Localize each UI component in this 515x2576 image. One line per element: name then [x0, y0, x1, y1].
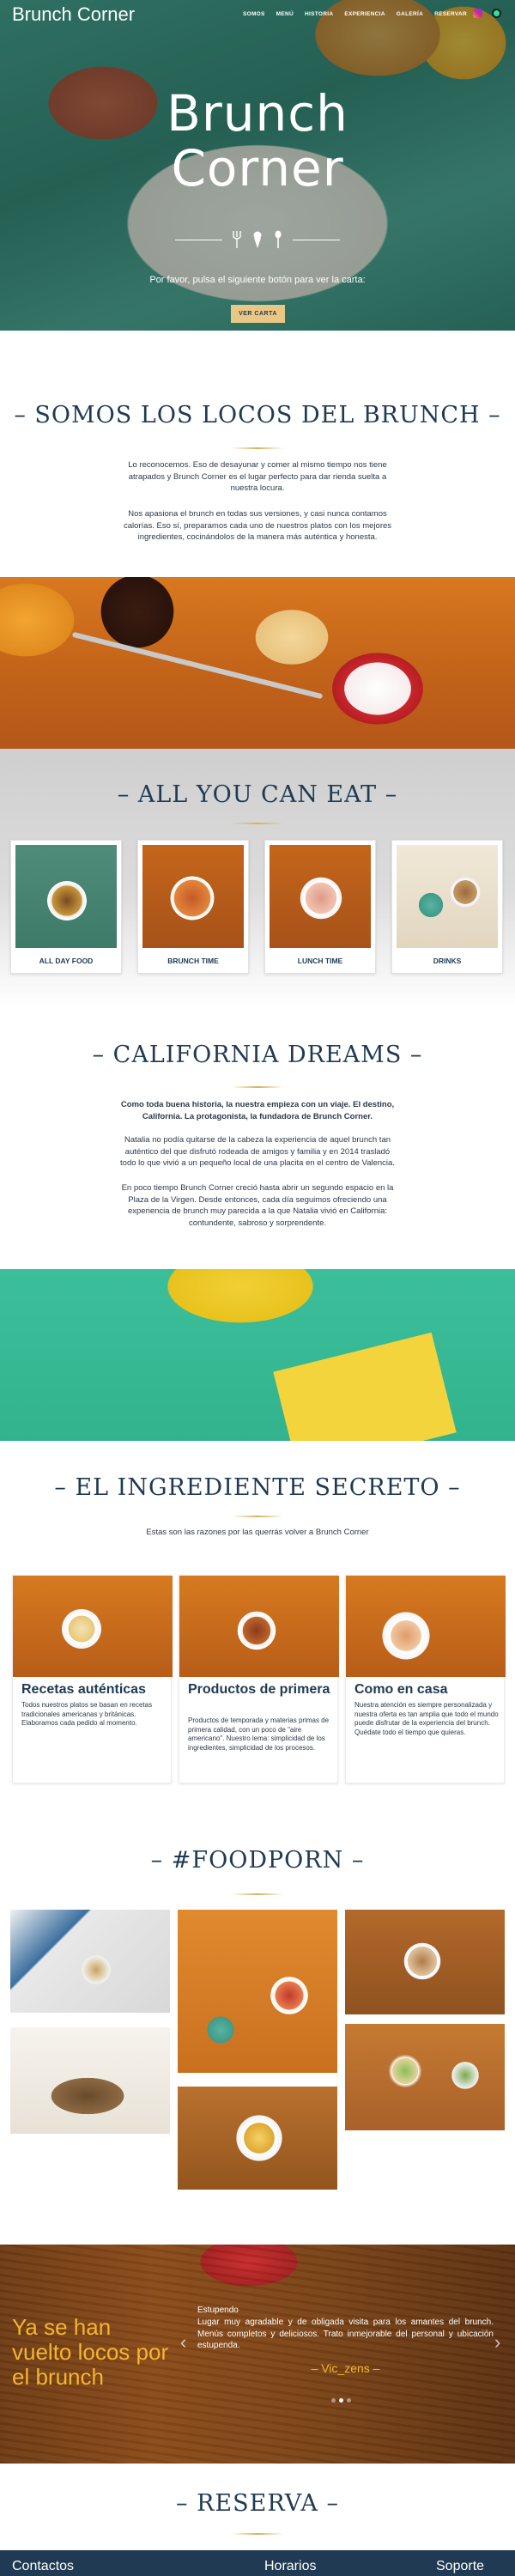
experience-title: – EL INGREDIENTE SECRETO – [54, 1474, 461, 1501]
productos-image [179, 1576, 339, 1677]
nav-menu: SOMOS MENÚ HISTORIA EXPERIENCIA GALERÍA … [243, 11, 467, 17]
testimonials-headline: Ya se han vuelto locos por el brunch [12, 2314, 169, 2390]
tripadvisor-icon[interactable] [492, 9, 501, 18]
reason-title: Recetas auténticas [21, 1682, 146, 1697]
gallery-photo[interactable] [178, 1910, 337, 2073]
history-lead: Como toda buena historia, la nuestra emp… [120, 1100, 395, 1121]
como-en-casa-image [346, 1576, 506, 1677]
history-paragraph-2: En poco tiempo Brunch Corner creció hast… [121, 1183, 394, 1228]
fork-icon [233, 231, 241, 248]
review-title: Estupendo [197, 2306, 239, 2315]
reason-text: Todos nuestros platos se basan en receta… [21, 1701, 153, 1727]
nav-item-experiencia[interactable]: EXPERIENCIA [344, 11, 385, 17]
history-title: – CALIFORNIA DREAMS – [92, 1042, 423, 1068]
reason-card-recetas: Recetas auténticas Todos nuestros platos… [12, 1575, 173, 1783]
about-paragraph-2: Nos apasiona el brunch en todas sus vers… [123, 509, 392, 542]
hero-subtitle: Por favor, pulsa el siguiente botón para… [149, 275, 366, 285]
carousel-dot[interactable] [347, 2398, 351, 2403]
brand-logo[interactable]: Brunch Corner [12, 3, 135, 26]
menu-card-lunch-time[interactable]: LUNCH TIME [264, 840, 376, 974]
reason-text: Productos de temporada y materias primas… [188, 1716, 330, 1752]
reason-title: Como en casa [354, 1682, 448, 1697]
gold-divider [232, 447, 283, 449]
about-paragraph-1: Lo reconocemos. Eso de desayunar y comer… [128, 460, 387, 493]
gallery-photo[interactable] [345, 2024, 505, 2130]
reason-card-como-en-casa: Como en casa Nuestra atención es siempre… [345, 1575, 506, 1783]
nav-item-historia[interactable]: HISTORIA [305, 11, 333, 17]
about-title: – SOMOS LOS LOCOS DEL BRUNCH – [14, 402, 501, 428]
top-nav: Brunch Corner SOMOS MENÚ HISTORIA EXPERI… [0, 0, 515, 29]
reason-card-productos: Productos de primera Productos de tempor… [179, 1575, 339, 1783]
experience-intro: Estas son las razones por las querrás vo… [146, 1528, 369, 1537]
hero-title: Brunch Corner [0, 86, 515, 196]
menu-card-label: LUNCH TIME [297, 957, 343, 965]
carousel-dot-active[interactable] [339, 2398, 343, 2403]
chevron-left-icon[interactable]: ‹ [180, 2333, 191, 2352]
gallery-title: – #FOODPORN – [150, 1847, 365, 1874]
recetas-image [13, 1576, 173, 1677]
ice-cream-icon [253, 231, 262, 248]
menu-card-label: DRINKS [433, 957, 462, 965]
nav-item-somos[interactable]: SOMOS [243, 11, 265, 17]
reason-text: Nuestra atención es siempre personalizad… [354, 1701, 499, 1736]
brunch-table-photo [0, 577, 515, 749]
carousel-dot[interactable] [331, 2398, 336, 2403]
hero-title-line2: Corner [171, 139, 344, 197]
nav-item-menu[interactable]: MENÚ [276, 11, 294, 17]
menu-card-label: BRUNCH TIME [167, 957, 219, 965]
gallery-photo[interactable] [10, 2027, 170, 2134]
gold-divider [232, 1086, 283, 1088]
nav-item-reservar[interactable]: RESERVAR [434, 11, 467, 17]
spoon-icon [275, 230, 282, 248]
brunch-time-image [142, 845, 244, 948]
california-photo [0, 1269, 515, 1441]
nav-item-galeria[interactable]: GALERÍA [397, 11, 423, 17]
menu-card-brunch-time[interactable]: BRUNCH TIME [137, 840, 249, 974]
footer: Contactos Horarios Soporte [0, 2550, 515, 2576]
menu-card-drinks[interactable]: DRINKS [391, 840, 503, 974]
menu-card-all-day-food[interactable]: ALL DAY FOOD [10, 840, 122, 974]
menu-title: – ALL YOU CAN EAT – [117, 781, 398, 808]
gallery-photo[interactable] [178, 2087, 337, 2190]
history-paragraph-1: Natalia no podía quitarse de la cabeza l… [120, 1135, 395, 1168]
footer-col-contactos: Contactos [12, 2559, 75, 2573]
gold-divider [232, 1893, 283, 1895]
reason-title: Productos de primera [188, 1682, 330, 1697]
chevron-right-icon[interactable]: › [494, 2333, 505, 2352]
gallery-photo[interactable] [345, 1910, 505, 2014]
lunch-time-image [270, 845, 371, 948]
booking-title: – RESERVA – [176, 2490, 339, 2517]
instagram-icon[interactable] [473, 9, 482, 18]
footer-col-soporte: Soporte [436, 2559, 485, 2573]
all-day-food-image [15, 845, 117, 948]
footer-col-horarios: Horarios [264, 2559, 317, 2573]
carousel-dots [331, 2398, 351, 2403]
view-menu-button[interactable]: VER CARTA [231, 305, 285, 323]
review-author: – Vic_zens – [311, 2361, 380, 2375]
drinks-image [397, 845, 498, 948]
gold-divider [232, 823, 283, 824]
gallery-photo[interactable] [10, 1910, 170, 2013]
hero-title-line1: Brunch [167, 84, 348, 143]
review-text: Lugar muy agradable y de obligada visita… [197, 2318, 494, 2350]
gold-divider [232, 2533, 283, 2535]
hero-divider [0, 230, 515, 249]
menu-card-label: ALL DAY FOOD [39, 957, 94, 965]
gold-divider [232, 1516, 283, 1517]
